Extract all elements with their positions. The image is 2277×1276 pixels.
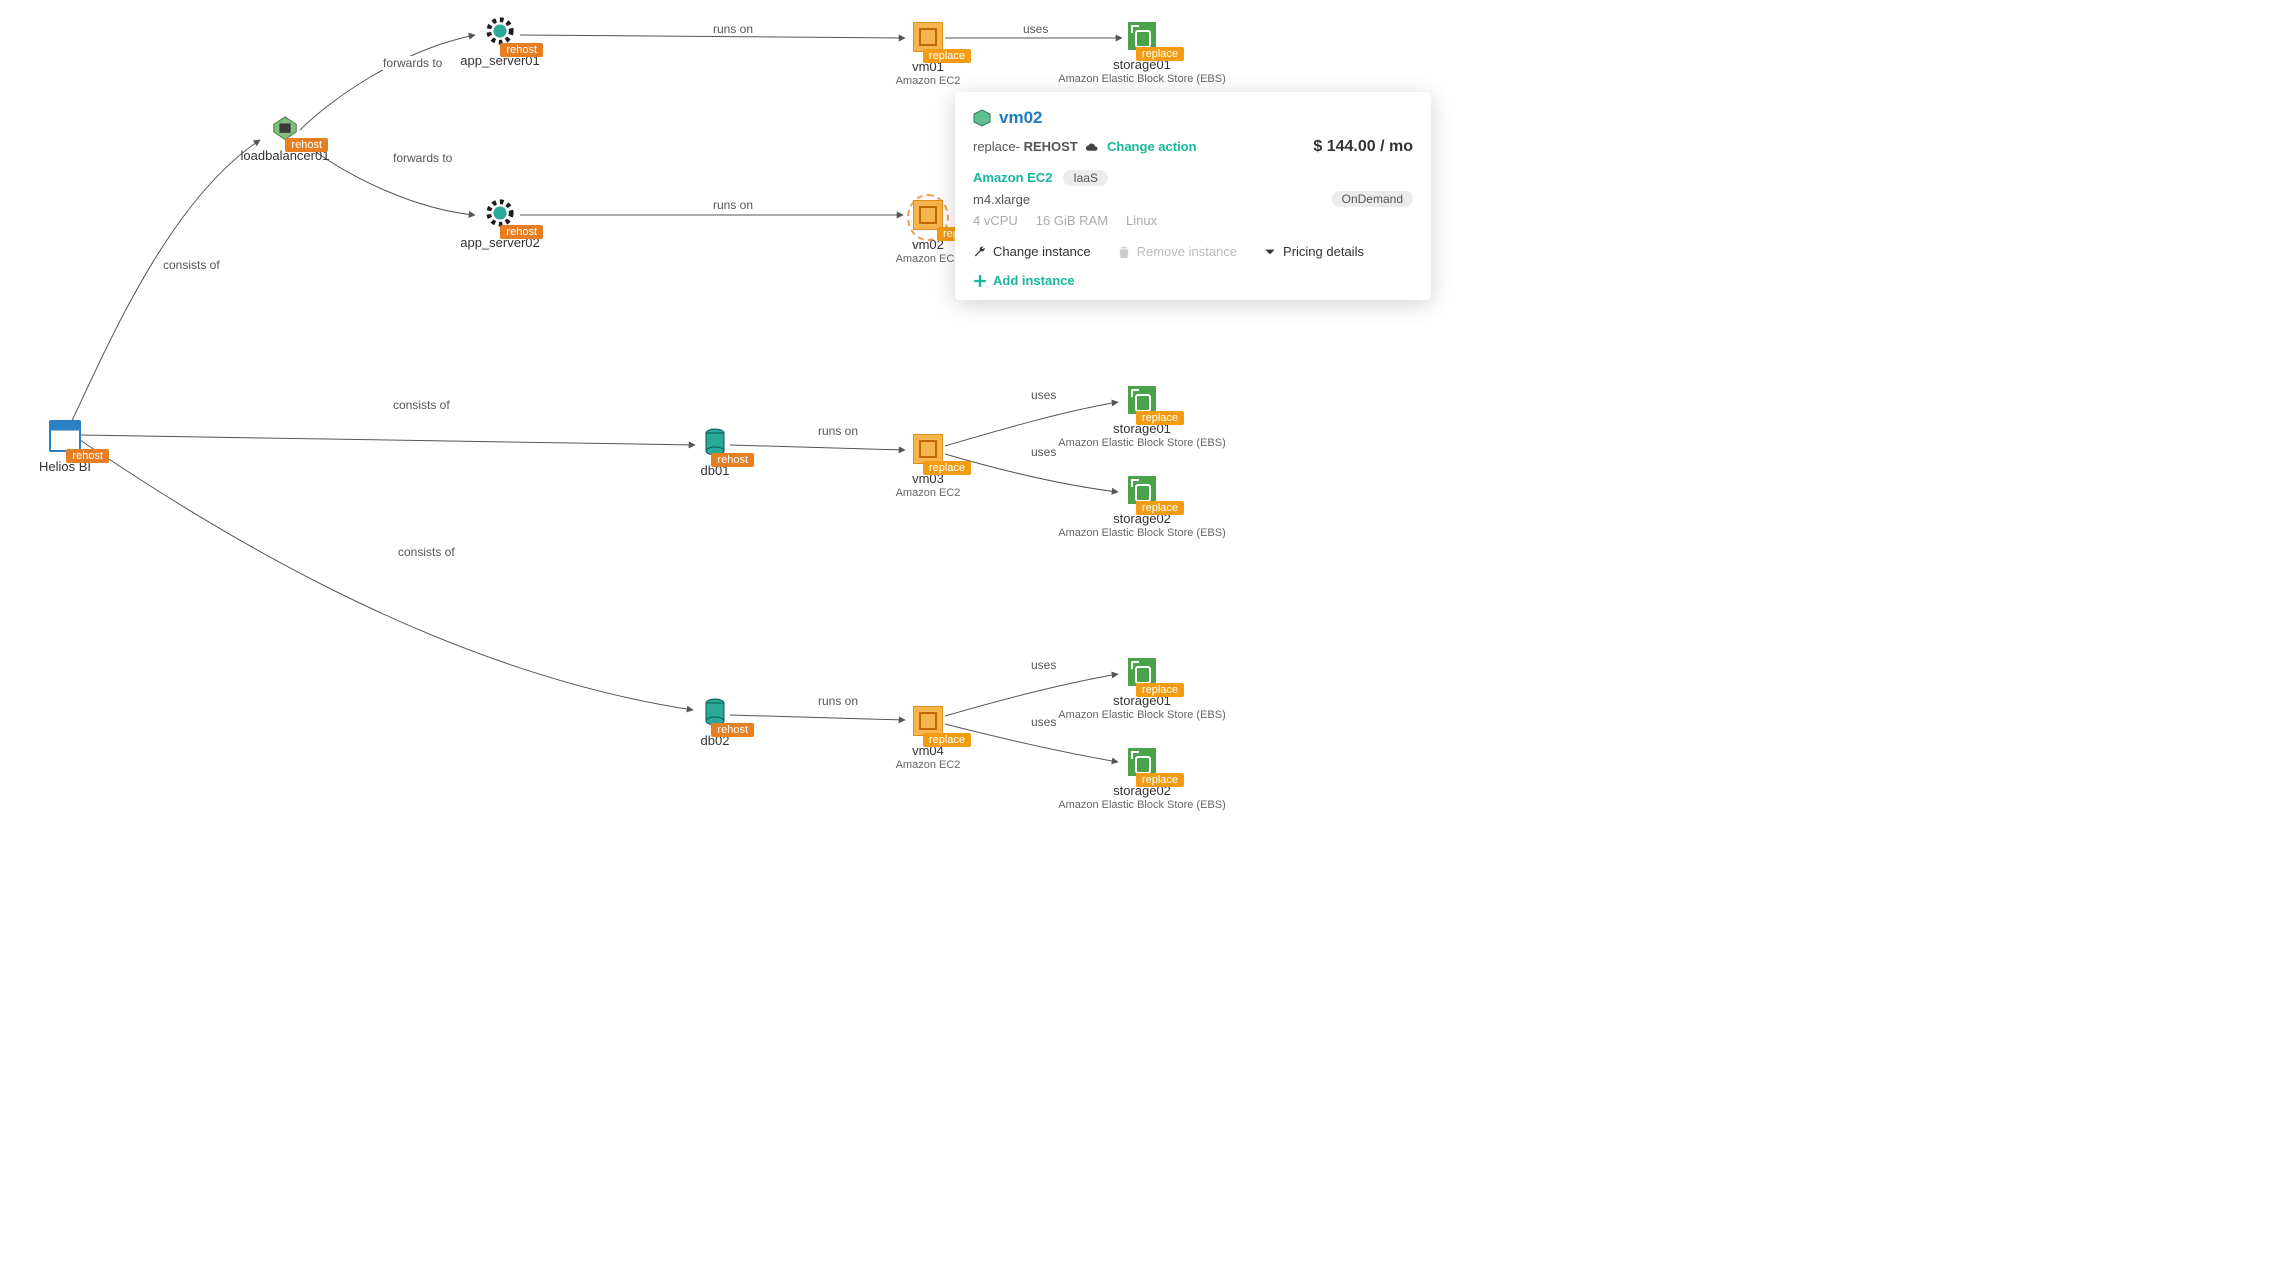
remove-instance-button[interactable]: Remove instance — [1117, 244, 1237, 259]
panel-title-text: vm02 — [999, 108, 1042, 128]
node-app-server01[interactable]: rehost app_server01 — [430, 16, 570, 68]
ec2-icon — [913, 434, 943, 464]
node-sublabel: Amazon Elastic Block Store (EBS) — [1057, 799, 1227, 811]
edge-label: runs on — [710, 198, 756, 212]
ebs-icon — [1128, 476, 1156, 504]
node-sublabel: Amazon Elastic Block Store (EBS) — [1057, 73, 1227, 85]
edge-label: consists of — [395, 545, 458, 559]
trash-icon — [1117, 245, 1131, 259]
edge-label: uses — [1028, 715, 1059, 729]
edge-label: runs on — [710, 22, 756, 36]
tag-replace: replace — [1136, 411, 1184, 425]
edge-label: consists of — [160, 258, 223, 272]
database-icon — [704, 698, 726, 726]
node-sublabel: Amazon Elastic Block Store (EBS) — [1057, 437, 1227, 449]
gear-icon — [485, 16, 515, 46]
caret-down-icon — [1263, 245, 1277, 259]
node-sublabel: Amazon Elastic Block Store (EBS) — [1057, 709, 1227, 721]
app-window-icon — [49, 420, 81, 452]
tag-replace: replace — [923, 733, 971, 747]
panel-title: vm02 — [973, 108, 1413, 128]
panel-instance: m4.xlarge — [973, 192, 1030, 207]
tag-rehost: rehost — [711, 723, 754, 737]
node-db01[interactable]: rehost db01 — [645, 428, 785, 478]
panel-service: Amazon EC2 — [973, 170, 1052, 185]
node-storage01[interactable]: replace storage01 Amazon Elastic Block S… — [1057, 22, 1227, 85]
ebs-icon — [1128, 748, 1156, 776]
node-storage01[interactable]: replace storage01 Amazon Elastic Block S… — [1057, 658, 1227, 721]
gear-icon — [485, 198, 515, 228]
edge-label: runs on — [815, 694, 861, 708]
node-vm03[interactable]: replace vm03 Amazon EC2 — [858, 434, 998, 499]
ec2-icon — [913, 200, 943, 230]
tag-replace: replace — [1136, 501, 1184, 515]
database-icon — [704, 428, 726, 456]
node-loadbalancer01[interactable]: rehost loadbalancer01 — [215, 115, 355, 163]
node-db02[interactable]: rehost db02 — [645, 698, 785, 748]
panel-ram: 16 GiB RAM — [1036, 213, 1108, 228]
tag-rehost: rehost — [285, 138, 328, 152]
node-vm04[interactable]: replace vm04 Amazon EC2 — [858, 706, 998, 771]
node-app-server02[interactable]: rehost app_server02 — [430, 198, 570, 250]
pricing-details-button[interactable]: Pricing details — [1263, 244, 1364, 259]
panel-status: replace- REHOST Change action — [973, 139, 1197, 155]
tag-rehost: rehost — [66, 449, 109, 463]
add-instance-button[interactable]: Add instance — [973, 273, 1075, 288]
edge-label: uses — [1028, 388, 1059, 402]
cloud-icon — [1085, 141, 1099, 155]
tag-rehost: rehost — [500, 43, 543, 57]
node-sublabel: Amazon Elastic Block Store (EBS) — [1057, 527, 1227, 539]
ebs-icon — [1128, 386, 1156, 414]
edge-label: runs on — [815, 424, 861, 438]
panel-cpu: 4 vCPU — [973, 213, 1018, 228]
tag-rehost: rehost — [711, 453, 754, 467]
wrench-icon — [973, 245, 987, 259]
tag-replace: replace — [923, 49, 971, 63]
node-storage02[interactable]: replace storage02 Amazon Elastic Block S… — [1057, 748, 1227, 811]
node-sublabel: Amazon EC2 — [858, 759, 998, 771]
node-sublabel: Amazon EC2 — [858, 75, 998, 87]
details-panel: vm02 replace- REHOST Change action $ 144… — [955, 92, 1431, 300]
tag-replace: replace — [1136, 683, 1184, 697]
panel-os: Linux — [1126, 213, 1157, 228]
ec2-icon — [913, 706, 943, 736]
ec2-icon — [913, 22, 943, 52]
ebs-icon — [1128, 22, 1156, 50]
change-action-link[interactable]: Change action — [1107, 139, 1197, 154]
edge-label: forwards to — [390, 151, 455, 165]
ebs-icon — [1128, 658, 1156, 686]
tag-replace: replace — [1136, 47, 1184, 61]
chip-icon — [270, 115, 300, 141]
edge-label: uses — [1020, 22, 1051, 36]
node-storage01[interactable]: replace storage01 Amazon Elastic Block S… — [1057, 386, 1227, 449]
hex-icon — [973, 109, 991, 127]
tag-rehost: rehost — [500, 225, 543, 239]
tag-replace: replace — [923, 461, 971, 475]
node-storage02[interactable]: replace storage02 Amazon Elastic Block S… — [1057, 476, 1227, 539]
node-sublabel: Amazon EC2 — [858, 487, 998, 499]
edge-label: uses — [1028, 658, 1059, 672]
node-helios-bi[interactable]: rehost Helios BI — [0, 420, 135, 474]
tag-replace: replace — [1136, 773, 1184, 787]
panel-price: $ 144.00 / mo — [1313, 138, 1413, 156]
panel-service-type: IaaS — [1063, 170, 1108, 186]
panel-pricing-model: OnDemand — [1332, 191, 1413, 207]
change-instance-button[interactable]: Change instance — [973, 244, 1091, 259]
edge-label: uses — [1028, 445, 1059, 459]
plus-icon — [973, 274, 987, 288]
node-vm01[interactable]: replace vm01 Amazon EC2 — [858, 22, 998, 87]
edge-label: consists of — [390, 398, 453, 412]
